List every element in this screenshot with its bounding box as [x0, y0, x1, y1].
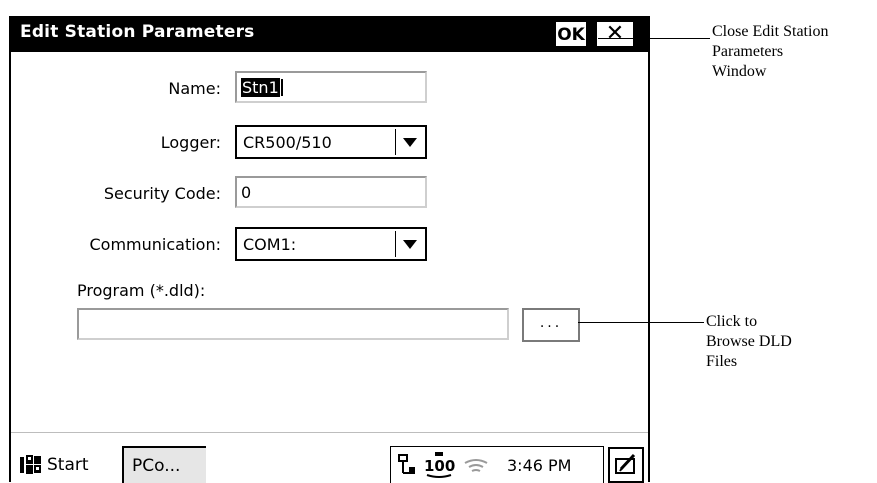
start-label: Start [47, 455, 89, 475]
windows-flag-icon [20, 455, 41, 474]
window-title: Edit Station Parameters [20, 22, 255, 42]
taskbar: Start PCo... 100 3:46 PM [11, 432, 648, 483]
browse-annotation: Click to Browse DLD Files [706, 313, 792, 370]
chevron-down-icon[interactable] [395, 231, 423, 257]
task-label: PCo... [132, 456, 181, 476]
name-value: Stn1 [241, 78, 280, 97]
connectivity-icon[interactable] [397, 453, 419, 477]
browse-button[interactable]: ... [522, 308, 580, 342]
text-caret [280, 79, 283, 96]
battery-icon[interactable]: 100 [421, 451, 457, 479]
tray-badge-text: 100 [424, 457, 455, 475]
communication-label: Communication: [89, 235, 222, 254]
security-code-label: Security Code: [103, 184, 221, 203]
pen-input-icon [615, 453, 636, 474]
close-annotation: Close Edit Station Parameters Window [712, 23, 829, 80]
edit-station-window: Edit Station Parameters OK ✕ Name: Stn1 … [9, 16, 650, 483]
system-tray: 100 3:46 PM [390, 446, 604, 483]
security-code-input[interactable]: 0 [235, 176, 427, 208]
browse-callout-line [578, 322, 704, 323]
program-input[interactable] [77, 308, 509, 340]
title-bar: Edit Station Parameters OK ✕ [11, 16, 648, 52]
security-code-value: 0 [241, 183, 252, 202]
clock[interactable]: 3:46 PM [507, 456, 571, 475]
close-button[interactable]: ✕ [596, 21, 634, 47]
communication-dropdown[interactable]: COM1: [235, 227, 427, 261]
communication-value: COM1: [243, 235, 297, 254]
task-button-pconnect[interactable]: PCo... [122, 446, 206, 483]
input-panel-button[interactable] [608, 447, 644, 483]
program-label: Program (*.dld): [77, 281, 206, 300]
chevron-down-icon[interactable] [395, 129, 423, 155]
logger-dropdown[interactable]: CR500/510 [235, 125, 427, 159]
logger-label: Logger: [160, 133, 221, 152]
volume-icon[interactable] [461, 457, 491, 475]
close-callout-line [598, 38, 710, 39]
logger-value: CR500/510 [243, 133, 332, 152]
ok-button[interactable]: OK [555, 21, 587, 47]
start-button[interactable]: Start [13, 447, 117, 483]
name-input[interactable]: Stn1 [235, 71, 427, 103]
name-label: Name: [168, 79, 221, 98]
